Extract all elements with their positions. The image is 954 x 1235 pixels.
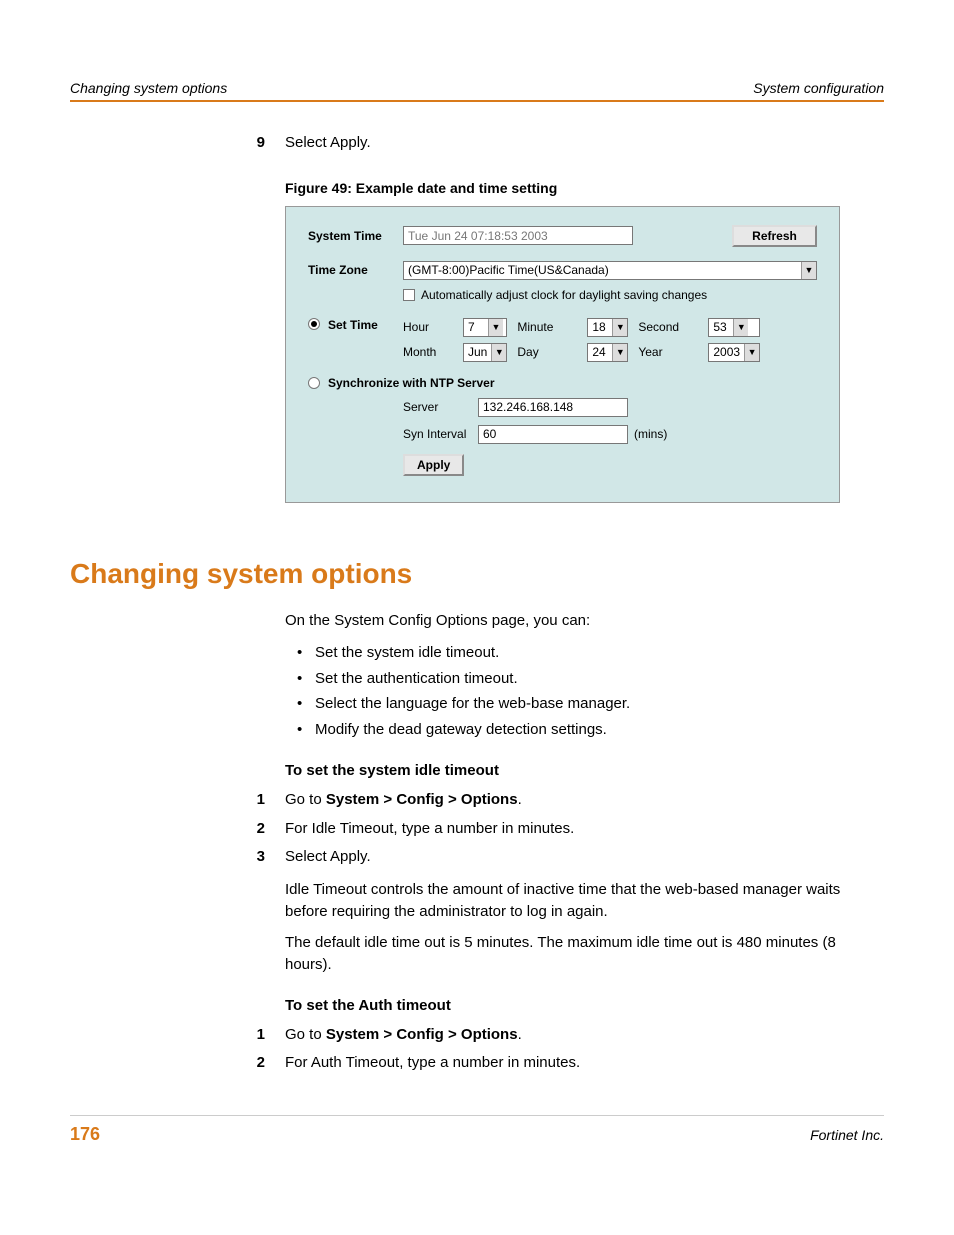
idle-paragraph-1: Idle Timeout controls the amount of inac… [285,879,884,924]
system-time-field [403,226,633,245]
step-text: Select Apply. [285,132,884,155]
refresh-button[interactable]: Refresh [732,225,817,247]
chevron-down-icon: ▼ [612,319,627,336]
chevron-down-icon: ▼ [801,262,816,279]
idle-timeout-heading: To set the system idle timeout [285,762,884,779]
list-item: Set the system idle timeout. [285,640,884,666]
step-number: 2 [235,818,265,841]
mins-label: (mins) [634,427,667,441]
auth-timeout-heading: To set the Auth timeout [285,997,884,1014]
header-rule [70,100,884,102]
step-text: For Idle Timeout, type a number in minut… [285,818,884,841]
minute-select[interactable]: 18▼ [587,318,628,337]
hour-select[interactable]: 7▼ [463,318,507,337]
chevron-down-icon: ▼ [733,319,748,336]
dst-checkbox[interactable] [403,289,415,301]
time-zone-select[interactable]: (GMT-8:00)Pacific Time(US&Canada) ▼ [403,261,817,280]
second-label: Second [638,320,698,334]
ntp-radio[interactable] [308,377,320,389]
footer-company: Fortinet Inc. [810,1127,884,1143]
section-heading: Changing system options [70,558,884,590]
figure-caption: Figure 49: Example date and time setting [285,180,884,196]
step-number: 2 [235,1052,265,1075]
time-zone-value: (GMT-8:00)Pacific Time(US&Canada) [404,263,801,277]
minute-label: Minute [517,320,577,334]
set-time-label: Set Time [328,318,403,332]
server-input[interactable] [478,398,628,417]
second-select[interactable]: 53▼ [708,318,760,337]
set-time-radio[interactable] [308,318,320,330]
step-number: 1 [235,1024,265,1047]
list-item: Set the authentication timeout. [285,666,884,692]
list-item: Select the language for the web-base man… [285,691,884,717]
chevron-down-icon: ▼ [491,344,506,361]
system-time-label: System Time [308,229,403,243]
syn-interval-label: Syn Interval [403,427,478,441]
step-text: For Auth Timeout, type a number in minut… [285,1052,884,1075]
step-text: Go to System > Config > Options. [285,1024,884,1047]
step-number: 1 [235,789,265,812]
hour-label: Hour [403,320,453,334]
ntp-label: Synchronize with NTP Server [328,376,495,390]
step-text: Select Apply. [285,846,884,869]
day-select[interactable]: 24▼ [587,343,628,362]
step-number: 3 [235,846,265,869]
apply-button[interactable]: Apply [403,454,464,476]
syn-interval-input[interactable] [478,425,628,444]
header-right: System configuration [753,80,884,96]
header-left: Changing system options [70,80,227,96]
intro-paragraph: On the System Config Options page, you c… [285,610,884,633]
list-item: Modify the dead gateway detection settin… [285,717,884,743]
year-label: Year [638,345,698,359]
day-label: Day [517,345,577,359]
idle-paragraph-2: The default idle time out is 5 minutes. … [285,932,884,977]
dst-label: Automatically adjust clock for daylight … [421,288,707,302]
year-select[interactable]: 2003▼ [708,343,760,362]
chevron-down-icon: ▼ [744,344,759,361]
chevron-down-icon: ▼ [612,344,627,361]
step-text: Go to System > Config > Options. [285,789,884,812]
bullet-list: Set the system idle timeout. Set the aut… [285,640,884,742]
time-zone-label: Time Zone [308,263,403,277]
page-number: 176 [70,1124,100,1145]
server-label: Server [403,400,478,414]
figure-screenshot: System Time Refresh Time Zone (GMT-8:00)… [285,206,840,503]
month-select[interactable]: Jun▼ [463,343,507,362]
step-number: 9 [235,132,265,155]
month-label: Month [403,345,453,359]
chevron-down-icon: ▼ [488,319,503,336]
